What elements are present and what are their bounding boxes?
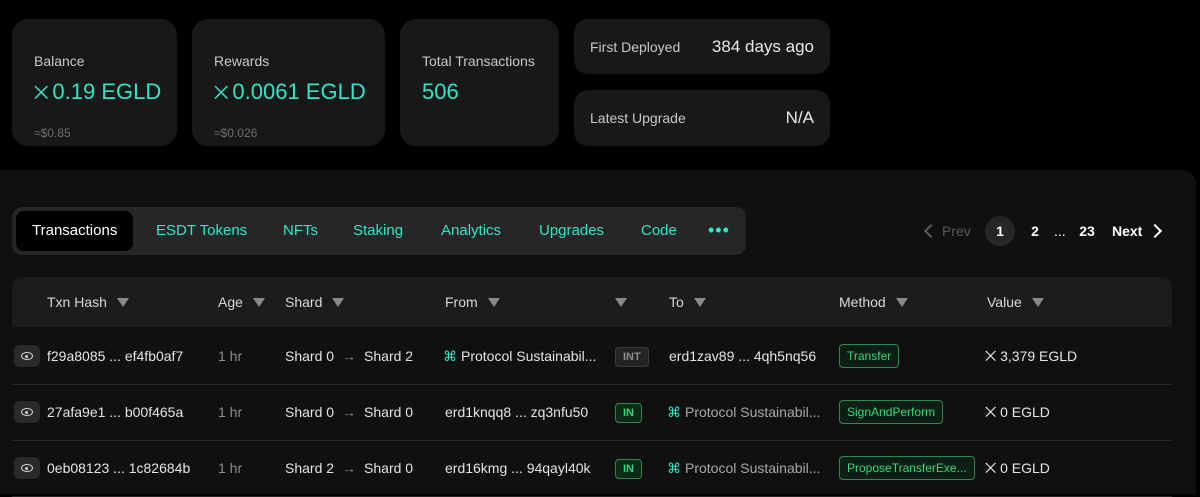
contract-icon: ⌘ [667, 460, 681, 476]
rewards-usd: ≈$0.026 [214, 126, 258, 140]
direction-badge: INT [615, 347, 649, 367]
column-header-value: Value [987, 277, 1044, 327]
txn-age: 1 hr [218, 404, 243, 420]
chevron-left-icon [923, 223, 939, 239]
tab-upgrades[interactable]: Upgrades [523, 211, 620, 251]
txn-value: ⨉ 0 EGLD [985, 404, 1050, 420]
txn-age: 1 hr [218, 348, 243, 364]
first-deployed-card: First Deployed 384 days ago [574, 19, 830, 74]
column-header-method: Method [839, 277, 908, 327]
txn-to[interactable]: erd1zav89 ... 4qh5nq56 [669, 328, 816, 384]
column-header-txn-hash: Txn Hash [47, 277, 129, 327]
egld-icon: ⨉ [985, 348, 997, 364]
contract-icon: ⌘ [443, 348, 457, 364]
method-badge: SignAndPerform [839, 400, 944, 424]
txn-value: ⨉ 0 EGLD [985, 460, 1050, 476]
filter-icon[interactable] [895, 298, 908, 307]
table-row: 0eb08123 ... 1c82684b 1 hr Shard 2 → Shard… [12, 440, 1172, 497]
txn-from[interactable]: ⌘ Protocol Sustainabil... [443, 328, 596, 384]
rewards-label: Rewards [214, 53, 270, 69]
latest-upgrade-card: Latest Upgrade N/A [574, 90, 830, 146]
pagination-page-1[interactable]: 1 [985, 216, 1015, 246]
balance-label: Balance [34, 53, 85, 69]
txn-hash[interactable]: f29a8085 ... ef4fb0af7 [47, 328, 183, 384]
txn-from[interactable]: erd16kmg ... 94qayl40k [445, 440, 591, 496]
eye-icon[interactable] [14, 345, 40, 367]
filter-icon[interactable] [116, 298, 129, 307]
filter-icon[interactable] [1031, 298, 1044, 307]
filter-icon[interactable] [487, 298, 500, 307]
first-deployed-label: First Deployed [590, 39, 681, 55]
direction-badge: IN [615, 459, 642, 479]
arrow-right-icon: → [342, 404, 357, 420]
txn-from[interactable]: erd1knqq8 ... zq3nfu50 [445, 384, 588, 440]
filter-icon[interactable] [693, 298, 706, 307]
txn-shard: Shard 0 → Shard 2 [285, 348, 414, 364]
method-badge: ProposeTransferExe... [839, 456, 975, 480]
tab-esdt-tokens[interactable]: ESDT Tokens [140, 211, 263, 251]
txn-hash[interactable]: 0eb08123 ... 1c82684b [47, 440, 190, 496]
tab-code[interactable]: Code [625, 211, 693, 251]
table-row: 27afa9e1 ... b00f465a 1 hr Shard 0 → Shard… [12, 384, 1172, 441]
column-header-direction [615, 277, 627, 327]
pagination-page-2[interactable]: 2 [1020, 216, 1050, 246]
pagination-ellipsis: ... [1054, 223, 1066, 239]
eye-icon[interactable] [14, 457, 40, 479]
balance-usd: ≈$0.85 [34, 126, 71, 140]
latest-upgrade-label: Latest Upgrade [590, 110, 686, 126]
arrow-right-icon: → [342, 348, 357, 364]
txn-value: ⨉ 3,379 EGLD [985, 348, 1078, 364]
rewards-card: Rewards ⨉ 0.0061 EGLD ≈$0.026 [192, 19, 385, 146]
total-transactions-value: 506 [422, 79, 459, 104]
filter-icon[interactable] [615, 298, 627, 307]
total-transactions-card: Total Transactions 506 [400, 19, 559, 146]
egld-icon: ⨉ [985, 404, 997, 420]
txn-shard: Shard 2 → Shard 0 [285, 460, 414, 476]
txn-hash[interactable]: 27afa9e1 ... b00f465a [47, 384, 183, 440]
table-header: Txn Hash Age Shard From To Method Value [12, 277, 1172, 327]
filter-icon[interactable] [332, 298, 345, 307]
arrow-right-icon: → [342, 460, 357, 476]
eye-icon[interactable] [14, 401, 40, 423]
column-header-to: To [669, 277, 706, 327]
filter-icon[interactable] [252, 298, 265, 307]
total-transactions-label: Total Transactions [422, 53, 535, 69]
balance-card: Balance ⨉ 0.19 EGLD ≈$0.85 [12, 19, 177, 146]
egld-icon: ⨉ [985, 460, 997, 476]
rewards-value: ⨉ 0.0061 EGLD [214, 79, 366, 104]
tab-nfts[interactable]: NFTs [267, 211, 334, 251]
column-header-age: Age [218, 277, 265, 327]
tab-bar: Transactions ESDT Tokens NFTs Staking An… [12, 207, 746, 255]
pagination-prev-button[interactable]: Prev [923, 216, 971, 246]
tab-transactions[interactable]: Transactions [16, 211, 134, 251]
first-deployed-value: 384 days ago [711, 37, 814, 56]
txn-to[interactable]: ⌘ Protocol Sustainabil... [667, 440, 820, 496]
tab-analytics[interactable]: Analytics [425, 211, 517, 251]
table-row: f29a8085 ... ef4fb0af7 1 hr Shard 0 → Shar… [12, 328, 1172, 385]
txn-age: 1 hr [218, 460, 243, 476]
chevron-right-icon [1148, 223, 1163, 239]
egld-icon: ⨉ [214, 83, 229, 103]
column-header-shard: Shard [285, 277, 345, 327]
pagination-next-button[interactable]: Next [1112, 216, 1163, 246]
tab-staking[interactable]: Staking [337, 211, 419, 251]
egld-icon: ⨉ [34, 83, 49, 103]
latest-upgrade-value: N/A [785, 108, 814, 127]
more-tabs-icon[interactable]: ••• [708, 211, 730, 251]
column-header-from: From [445, 277, 500, 327]
pagination-page-last[interactable]: 23 [1072, 216, 1102, 246]
balance-value: ⨉ 0.19 EGLD [34, 79, 162, 104]
direction-badge: IN [615, 403, 642, 423]
method-badge: Transfer [839, 344, 900, 368]
contract-icon: ⌘ [667, 404, 681, 420]
txn-to[interactable]: ⌘ Protocol Sustainabil... [667, 384, 820, 440]
txn-shard: Shard 0 → Shard 0 [285, 404, 414, 420]
